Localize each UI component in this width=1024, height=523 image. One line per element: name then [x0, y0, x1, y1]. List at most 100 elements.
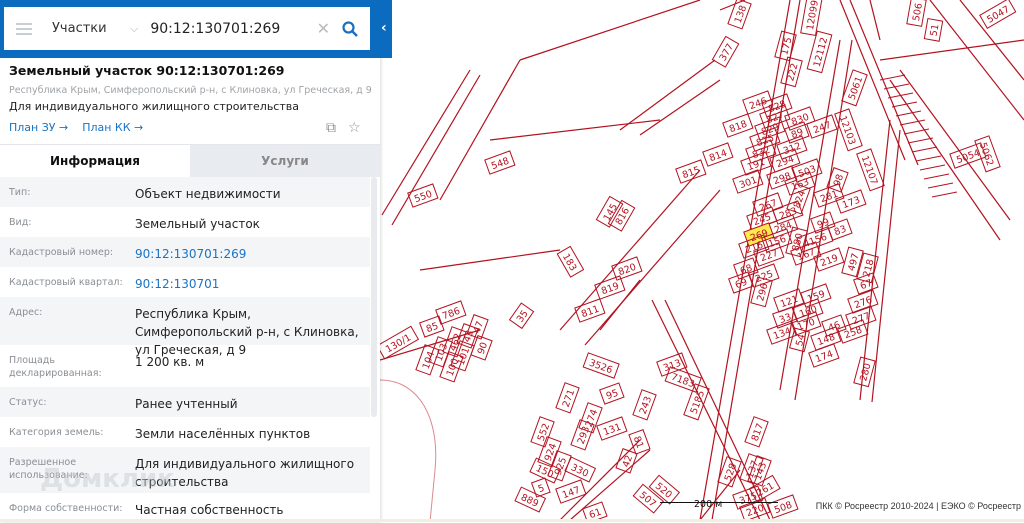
- info-value: 1 200 кв. м: [135, 355, 205, 369]
- parcel[interactable]: 46: [821, 314, 847, 337]
- object-address: Республика Крым, Симферопольский р-н, с …: [9, 85, 372, 96]
- parcel[interactable]: 12099: [800, 0, 823, 36]
- layer-select[interactable]: Участки: [52, 21, 122, 36]
- parcel[interactable]: 508: [767, 494, 799, 519]
- info-value: Частная собственность: [135, 503, 284, 517]
- parcel[interactable]: 5047: [979, 0, 1017, 29]
- parcel-number: 98: [832, 173, 846, 188]
- parcel[interactable]: 81: [628, 429, 651, 455]
- parcel[interactable]: 222: [780, 56, 803, 88]
- scrollbar[interactable]: [371, 177, 377, 417]
- parcel-boundary: [907, 137, 934, 144]
- info-row: Статус: Ранее учтенный: [0, 387, 370, 417]
- info-label: Категория земель:: [9, 427, 104, 438]
- parcel[interactable]: 95: [599, 382, 625, 405]
- parcel-number: 811: [580, 304, 601, 321]
- info-label: Тип:: [9, 187, 31, 198]
- parcel[interactable]: 174: [808, 343, 840, 368]
- parcel[interactable]: 817: [744, 416, 769, 448]
- parcel[interactable]: 277: [845, 305, 877, 330]
- parcel[interactable]: 552: [530, 416, 555, 448]
- parcel-number: 131: [602, 422, 623, 439]
- parcel-boundary: [883, 83, 910, 90]
- parcel-boundary: [929, 0, 1024, 121]
- parcel[interactable]: 377: [711, 35, 740, 68]
- parcel-number: 507: [637, 490, 658, 510]
- parcel[interactable]: 330: [564, 456, 597, 483]
- parcel-number: 103: [434, 342, 451, 363]
- chevron-down-icon[interactable]: ⌵: [130, 22, 138, 36]
- parcel[interactable]: 271: [555, 382, 580, 414]
- parcel[interactable]: 12103: [834, 108, 863, 152]
- parcel[interactable]: 147: [555, 479, 587, 504]
- star-icon[interactable]: ☆: [348, 120, 361, 136]
- search-icon[interactable]: [342, 20, 358, 37]
- copyright: ПКК © Росреестр 2010-2024 | ЕЭКО © Росре…: [815, 501, 1021, 511]
- plan-kk-link[interactable]: План КК →: [82, 121, 143, 134]
- parcel[interactable]: 243: [632, 389, 657, 421]
- info-label: Вид:: [9, 217, 32, 228]
- parcel-number: 175: [779, 36, 794, 56]
- parcel-number: 786: [441, 306, 462, 323]
- parcel-boundary: [639, 79, 721, 136]
- parcel-number: 159: [806, 289, 827, 306]
- parcel-number: 550: [413, 189, 434, 206]
- parcel-boundary: [931, 191, 958, 198]
- parcel[interactable]: 183: [556, 245, 585, 278]
- search-input[interactable]: 90:12:130701:269: [150, 21, 316, 37]
- parcel-number: 246: [748, 96, 769, 113]
- info-value[interactable]: 90:12:130701: [135, 275, 370, 291]
- parcel[interactable]: 548: [484, 150, 516, 175]
- parcel[interactable]: 130/1: [376, 325, 420, 360]
- parcel[interactable]: 815: [675, 159, 707, 184]
- info-label: Адрес:: [9, 307, 43, 318]
- parcel-number: 243: [638, 395, 655, 416]
- parcel-boundary: [891, 101, 918, 108]
- parcel-number: 293: [576, 425, 593, 446]
- info-value[interactable]: 90:12:130701:269: [135, 245, 370, 261]
- parcel[interactable]: 85: [419, 315, 445, 338]
- parcel-boundary: [559, 439, 641, 521]
- parcel[interactable]: 820: [611, 256, 643, 281]
- parcel[interactable]: 12107: [856, 148, 885, 192]
- info-value: Республика Крым, Симферопольский р-н, с …: [135, 307, 359, 357]
- parcel[interactable]: 131: [596, 416, 628, 441]
- parcel[interactable]: 3526: [582, 352, 620, 379]
- parcel-boundary: [879, 74, 906, 81]
- parcel[interactable]: 35: [508, 302, 535, 330]
- parcel-boundary: [899, 69, 1011, 221]
- parcel[interactable]: 51: [923, 17, 944, 42]
- parcel-number: 280: [858, 362, 873, 382]
- parcel[interactable]: 818: [722, 113, 754, 138]
- parcel[interactable]: 138: [727, 0, 752, 30]
- parcel[interactable]: 175: [774, 30, 797, 62]
- parcel[interactable]: 173: [835, 189, 867, 214]
- search-document-icon[interactable]: ⧉: [326, 120, 336, 136]
- parcel-boundary: [569, 449, 651, 521]
- info-row: Кадастровый номер: 90:12:130701:269: [0, 237, 370, 267]
- parcel[interactable]: 276: [847, 289, 879, 314]
- menu-icon[interactable]: [16, 22, 32, 35]
- tab-services[interactable]: Услуги: [190, 145, 380, 177]
- parcel[interactable]: 506: [906, 0, 927, 27]
- parcel-number: 68: [739, 263, 754, 277]
- parcel[interactable]: 814: [702, 142, 734, 167]
- parcel[interactable]: 819: [594, 275, 626, 300]
- parcel[interactable]: 497: [841, 246, 864, 278]
- parcel[interactable]: 99: [810, 211, 836, 234]
- collapse-panel-icon[interactable]: ‹: [381, 20, 387, 36]
- parcel[interactable]: 247: [806, 114, 838, 139]
- parcel[interactable]: 12112: [806, 30, 833, 74]
- parcel[interactable]: 5061: [841, 69, 868, 107]
- parcel-number: 219: [819, 253, 840, 270]
- parcel[interactable]: 811: [574, 298, 606, 323]
- parcel[interactable]: 550: [407, 183, 439, 208]
- plan-zu-link[interactable]: План ЗУ →: [9, 121, 68, 134]
- info-value: Ранее учтенный: [135, 397, 238, 411]
- parcel[interactable]: 5: [530, 477, 551, 498]
- tab-information[interactable]: Информация: [0, 145, 190, 177]
- parcel-number: 90: [476, 341, 490, 356]
- parcel-number: 85: [425, 321, 440, 335]
- clear-icon[interactable]: ✕: [317, 19, 330, 38]
- parcel-boundary: [391, 74, 481, 226]
